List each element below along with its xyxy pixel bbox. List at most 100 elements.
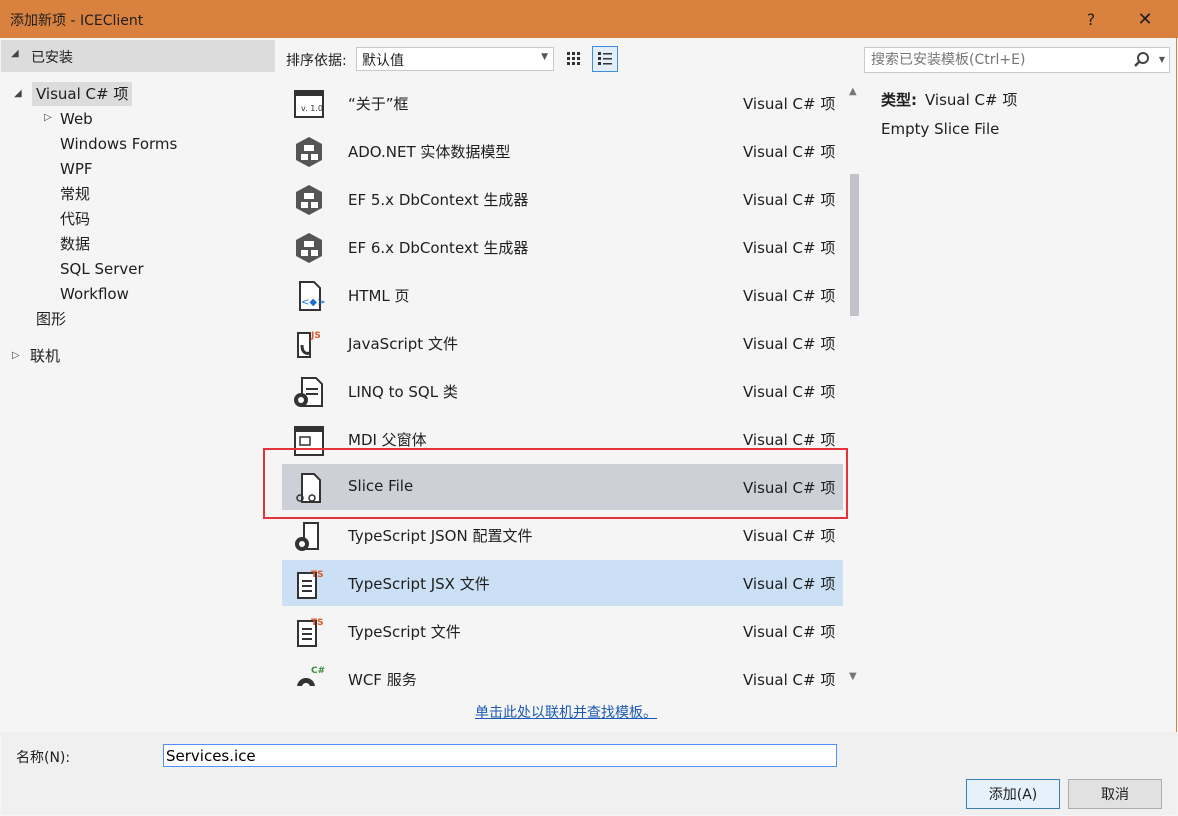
list-view-button[interactable] — [592, 46, 618, 72]
tree-item-visual-csharp[interactable]: Visual C# 项 — [32, 82, 133, 106]
item-name: ADO.NET 实体数据模型 — [348, 143, 511, 161]
chevron-down-icon: ▼ — [541, 52, 548, 62]
list-item[interactable]: JS JavaScript 文件 Visual C# 项 — [282, 320, 843, 366]
svg-text:<◆>: <◆> — [301, 297, 325, 308]
list-item[interactable]: v. 1.0 “关于”框 Visual C# 项 — [282, 80, 843, 126]
item-name: LINQ to SQL 类 — [348, 383, 458, 401]
linq-to-sql-icon — [294, 377, 323, 407]
tree-item-wpf[interactable]: WPF — [60, 157, 93, 181]
close-button[interactable]: ✕ — [1122, 0, 1168, 38]
window-title: 添加新项 - ICEClient — [10, 13, 144, 29]
typescript-file-icon: TS — [297, 618, 324, 647]
item-name: WCF 服务 — [348, 671, 417, 686]
highlight-annotation — [263, 448, 848, 519]
detail-description: Empty Slice File — [881, 120, 1000, 138]
tree-item-sql-server[interactable]: SQL Server — [60, 257, 144, 281]
item-category: Visual C# 项 — [743, 383, 836, 401]
list-item[interactable]: EF 5.x DbContext 生成器 Visual C# 项 — [282, 176, 843, 222]
list-item[interactable]: EF 6.x DbContext 生成器 Visual C# 项 — [282, 224, 843, 270]
tree-item-code[interactable]: 代码 — [60, 207, 90, 231]
item-name: JavaScript 文件 — [348, 335, 458, 353]
sort-value: 默认值 — [362, 53, 404, 69]
list-item[interactable]: ADO.NET 实体数据模型 Visual C# 项 — [282, 128, 843, 174]
svg-text:TS: TS — [311, 570, 324, 580]
item-name: MDI 父窗体 — [348, 431, 427, 449]
tree-item-graphics[interactable]: 图形 — [36, 307, 66, 331]
sort-dropdown[interactable]: 默认值 ▼ — [356, 47, 554, 71]
about-box-icon: v. 1.0 — [294, 90, 324, 118]
item-category: Visual C# 项 — [743, 431, 836, 449]
list-item[interactable]: C# WCF 服务 Visual C# 项 — [282, 656, 843, 686]
json-config-icon — [295, 522, 319, 551]
tree-item-windows-forms[interactable]: Windows Forms — [60, 132, 177, 156]
list-item[interactable]: LINQ to SQL 类 Visual C# 项 — [282, 368, 843, 414]
details-pane: 类型: Visual C# 项 Empty Slice File — [872, 80, 1170, 686]
tree-item-data[interactable]: 数据 — [60, 232, 90, 256]
tree-installed-label: 已安装 — [31, 50, 73, 66]
cancel-button[interactable]: 取消 — [1068, 779, 1162, 809]
entity-model-icon — [296, 137, 322, 167]
search-icon[interactable] — [1133, 51, 1151, 69]
item-category: Visual C# 项 — [743, 575, 836, 593]
typescript-file-icon: TS — [297, 570, 324, 599]
scroll-down-icon[interactable]: ▼ — [849, 671, 857, 682]
item-category: Visual C# 项 — [743, 335, 836, 353]
help-button[interactable]: ? — [1068, 0, 1114, 38]
item-name: HTML 页 — [348, 287, 410, 305]
tree-item-general[interactable]: 常规 — [60, 182, 90, 206]
name-input[interactable] — [163, 744, 837, 767]
sort-label: 排序依据: — [286, 53, 347, 69]
item-name: TypeScript JSX 文件 — [348, 575, 490, 593]
add-button[interactable]: 添加(A) — [966, 779, 1060, 809]
list-view-icon — [598, 52, 612, 65]
tree-item-web[interactable]: Web — [60, 107, 93, 131]
javascript-file-icon: JS — [297, 331, 321, 358]
item-category: Visual C# 项 — [743, 623, 836, 641]
item-name: TypeScript JSON 配置文件 — [348, 527, 533, 545]
svg-text:TS: TS — [311, 618, 324, 628]
item-name: EF 6.x DbContext 生成器 — [348, 239, 529, 257]
item-category: Visual C# 项 — [743, 191, 836, 209]
expand-arrow-icon[interactable]: ▷ — [12, 350, 20, 361]
expand-arrow-icon[interactable]: ▷ — [44, 112, 52, 123]
item-category: Visual C# 项 — [743, 143, 836, 161]
small-icons-view-button[interactable] — [561, 46, 587, 72]
scroll-up-icon[interactable]: ▲ — [849, 86, 857, 97]
svg-text:v. 1.0: v. 1.0 — [301, 104, 323, 113]
item-category: Visual C# 项 — [743, 239, 836, 257]
tree-installed-header[interactable]: ◢ 已安装 — [1, 40, 275, 72]
entity-model-icon — [296, 185, 322, 215]
grid-view-icon — [567, 52, 580, 65]
svg-text:JS: JS — [310, 331, 321, 341]
list-scrollbar[interactable]: ▲ ▼ — [846, 80, 863, 686]
collapse-icon: ◢ — [11, 48, 19, 59]
scrollbar-thumb[interactable] — [850, 174, 859, 316]
name-label: 名称(N): — [16, 750, 71, 766]
tree-item-online[interactable]: 联机 — [30, 344, 60, 368]
title-bar: 添加新项 - ICEClient ? ✕ — [0, 0, 1178, 38]
list-item[interactable]: TS TypeScript 文件 Visual C# 项 — [282, 608, 843, 654]
find-online-templates-link[interactable]: 单击此处以联机并查找模板。 — [475, 702, 657, 722]
tree-item-workflow[interactable]: Workflow — [60, 282, 129, 306]
entity-model-icon — [296, 233, 322, 263]
item-category: Visual C# 项 — [743, 671, 836, 686]
wcf-service-icon: C# — [297, 666, 325, 686]
item-name: “关于”框 — [348, 95, 409, 113]
svg-text:C#: C# — [311, 666, 325, 676]
type-value: Visual C# 项 — [925, 91, 1018, 109]
chevron-down-icon[interactable]: ▼ — [1159, 55, 1165, 64]
html-page-icon: <◆> — [299, 281, 325, 311]
list-item[interactable]: <◆> HTML 页 Visual C# 项 — [282, 272, 843, 318]
item-name: EF 5.x DbContext 生成器 — [348, 191, 529, 209]
item-category: Visual C# 项 — [743, 527, 836, 545]
item-category: Visual C# 项 — [743, 95, 836, 113]
item-name: TypeScript 文件 — [348, 623, 461, 641]
search-box[interactable]: ▼ — [864, 47, 1170, 73]
template-list: v. 1.0 “关于”框 Visual C# 项 ADO.NET 实体数据模型 … — [282, 80, 865, 686]
expand-arrow-icon[interactable]: ◢ — [14, 88, 22, 99]
detail-type: 类型: Visual C# 项 — [881, 89, 1017, 110]
list-item[interactable]: TS TypeScript JSX 文件 Visual C# 项 — [282, 560, 843, 606]
search-input[interactable] — [865, 48, 1125, 72]
type-label: 类型: — [881, 91, 917, 109]
item-category: Visual C# 项 — [743, 287, 836, 305]
